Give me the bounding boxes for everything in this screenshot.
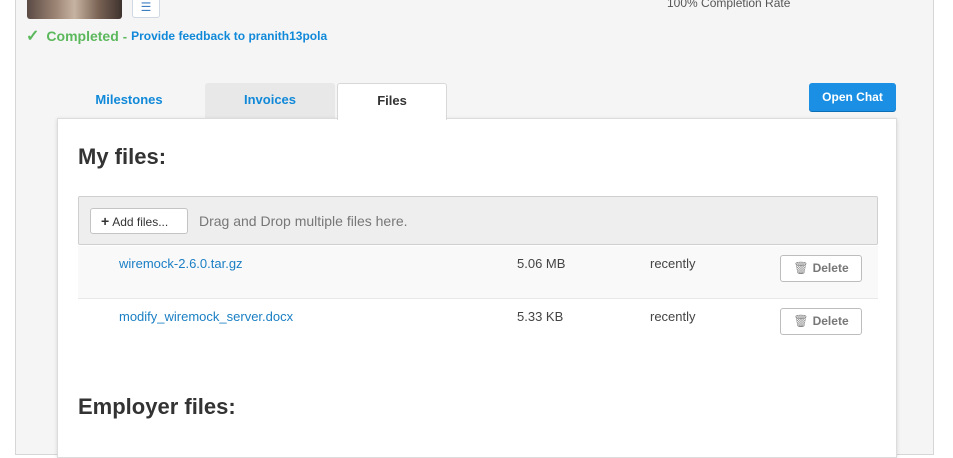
file-upload-date: recently	[650, 309, 696, 324]
delete-file-button[interactable]: 🗑 Delete	[780, 308, 862, 335]
completion-status: ✓ Completed - Provide feedback to pranit…	[26, 26, 327, 46]
file-row: modify_wiremock_server.docx 5.33 KB rece…	[78, 299, 878, 352]
file-name-link[interactable]: wiremock-2.6.0.tar.gz	[119, 256, 243, 271]
open-chat-button[interactable]: Open Chat	[809, 83, 896, 111]
files-panel: My files: + Add files... Drag and Drop mu…	[57, 118, 897, 458]
tab-milestones[interactable]: Milestones	[57, 83, 201, 118]
file-name-link[interactable]: modify_wiremock_server.docx	[119, 309, 293, 324]
completion-rate: 100% Completion Rate	[667, 0, 791, 10]
country-flag-icon: ☰	[132, 0, 160, 18]
tab-invoices[interactable]: Invoices	[205, 83, 335, 118]
freelancer-avatar[interactable]	[27, 0, 122, 19]
file-size: 5.06 MB	[517, 256, 566, 271]
plus-icon: +	[101, 213, 110, 229]
status-label: Completed	[46, 28, 119, 44]
employer-files-heading: Employer files:	[78, 394, 236, 419]
add-files-button[interactable]: + Add files...	[90, 208, 188, 234]
trash-icon: 🗑	[793, 314, 809, 328]
status-separator: -	[122, 28, 128, 44]
file-upload-date: recently	[650, 256, 696, 271]
provide-feedback-link[interactable]: Provide feedback to pranith13pola	[131, 29, 327, 43]
drop-hint: Drag and Drop multiple files here.	[199, 213, 408, 229]
check-icon: ✓	[26, 28, 40, 45]
delete-label: Delete	[812, 314, 849, 328]
delete-file-button[interactable]: 🗑 Delete	[780, 255, 862, 282]
file-row: wiremock-2.6.0.tar.gz 5.06 MB recently 🗑…	[78, 246, 878, 299]
delete-label: Delete	[812, 261, 849, 275]
my-files-heading: My files:	[78, 144, 167, 169]
file-drop-zone[interactable]: + Add files... Drag and Drop multiple fil…	[78, 196, 878, 245]
tab-files[interactable]: Files	[337, 83, 447, 120]
add-files-label: Add files...	[112, 215, 169, 229]
trash-icon: 🗑	[793, 261, 809, 275]
file-size: 5.33 KB	[517, 309, 564, 324]
